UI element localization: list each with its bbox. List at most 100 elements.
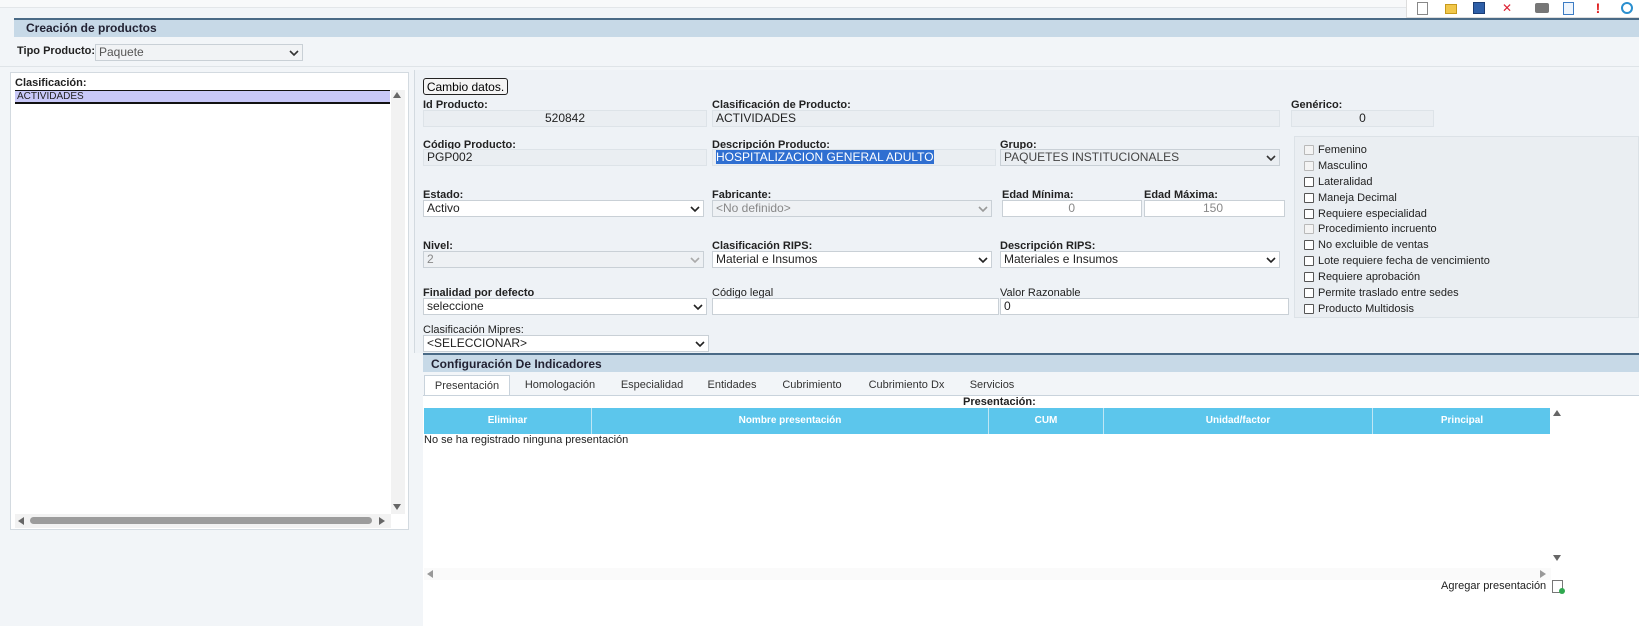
tab-entidades[interactable]: Entidades: [703, 375, 761, 395]
chevron-down-icon: [690, 204, 700, 214]
checkbox-option[interactable]: Producto Multidosis: [1304, 302, 1414, 316]
toolbar: ✕ !: [1406, 0, 1639, 18]
table-vertical-scrollbar[interactable]: [1550, 408, 1564, 568]
checkbox-box[interactable]: [1304, 272, 1314, 282]
checkbox-box[interactable]: [1304, 240, 1314, 250]
checkbox-label: Masculino: [1318, 160, 1368, 172]
horizontal-scrollbar[interactable]: [15, 514, 391, 528]
scroll-up-icon[interactable]: [1553, 410, 1561, 416]
agregar-presentacion-button[interactable]: Agregar presentación: [1441, 578, 1577, 594]
checkbox-option[interactable]: Procedimiento incruento: [1304, 222, 1437, 236]
codigo-legal-field[interactable]: [712, 298, 999, 315]
scroll-right-icon[interactable]: [379, 517, 385, 525]
checkbox-label: Permite traslado entre sedes: [1318, 287, 1459, 299]
checkbox-box[interactable]: [1304, 193, 1314, 203]
scroll-down-icon[interactable]: [1553, 555, 1561, 561]
column-header-nombre-presentacion: Nombre presentación: [592, 408, 989, 434]
checkbox-option[interactable]: Maneja Decimal: [1304, 191, 1397, 205]
chevron-down-icon: [978, 255, 988, 265]
finalidad-select[interactable]: seleccione: [423, 298, 707, 315]
checkbox-box[interactable]: [1304, 177, 1314, 187]
checkbox-box[interactable]: [1304, 304, 1314, 314]
chevron-down-icon: [1266, 255, 1276, 265]
tab-servicios[interactable]: Servicios: [964, 375, 1020, 395]
checkbox-label: Femenino: [1318, 144, 1367, 156]
scroll-left-icon[interactable]: [427, 570, 433, 578]
top-strip: [0, 0, 1639, 8]
checkbox-box[interactable]: [1304, 209, 1314, 219]
vertical-scrollbar[interactable]: [391, 90, 405, 514]
nivel-select[interactable]: 2: [423, 251, 704, 268]
edad-maxima-field[interactable]: 150: [1144, 200, 1285, 217]
new-document-icon[interactable]: [1417, 2, 1428, 15]
delete-icon[interactable]: ✕: [1501, 2, 1513, 14]
checkbox-label: Lateralidad: [1318, 176, 1373, 188]
tipo-producto-select[interactable]: Paquete: [95, 44, 303, 61]
scroll-left-icon[interactable]: [18, 517, 24, 525]
descripcion-rips-select[interactable]: Materiales e Insumos: [1000, 251, 1280, 268]
checkbox-box[interactable]: [1304, 256, 1314, 266]
chevron-down-icon: [1266, 153, 1276, 163]
checkbox-option[interactable]: Femenino: [1304, 143, 1367, 157]
page-title-bar: Creación de productos: [14, 18, 1639, 37]
checkbox-label: Requiere especialidad: [1318, 208, 1427, 220]
checkbox-label: Producto Multidosis: [1318, 303, 1414, 315]
checkbox-box[interactable]: [1304, 224, 1314, 234]
help-icon[interactable]: !: [1593, 0, 1603, 16]
checkbox-option[interactable]: Permite traslado entre sedes: [1304, 286, 1459, 300]
checkbox-box[interactable]: [1304, 161, 1314, 171]
tab-cubrimiento-dx[interactable]: Cubrimiento Dx: [864, 375, 949, 395]
column-header-cum: CUM: [989, 408, 1104, 434]
checkbox-label: No excluible de ventas: [1318, 239, 1429, 251]
page-title: Creación de productos: [26, 21, 157, 35]
checkbox-label: Maneja Decimal: [1318, 192, 1397, 204]
checkbox-box[interactable]: [1304, 145, 1314, 155]
checkbox-label: Lote requiere fecha de vencimiento: [1318, 255, 1490, 267]
codigo-producto-field[interactable]: PGP002: [423, 149, 707, 166]
mipres-select[interactable]: <SELECCIONAR>: [423, 335, 709, 352]
indicadores-title: Configuración De Indicadores: [431, 357, 602, 371]
print-icon[interactable]: [1535, 3, 1549, 13]
tab-homologacion[interactable]: Homologación: [520, 375, 600, 395]
chevron-down-icon: [289, 48, 299, 58]
empty-message: No se ha registrado ninguna presentación: [424, 434, 629, 446]
column-header-unidad-factor: Unidad/factor: [1104, 408, 1373, 434]
presentacion-content: Presentación: Eliminar Nombre presentaci…: [423, 395, 1639, 626]
chevron-down-icon: [690, 255, 700, 265]
presentacion-section-title: Presentación:: [963, 396, 1036, 408]
checkbox-option[interactable]: No excluible de ventas: [1304, 238, 1429, 252]
checkbox-option[interactable]: Requiere aprobación: [1304, 270, 1420, 284]
cambio-datos-button[interactable]: Cambio datos.: [423, 78, 508, 95]
checkbox-option[interactable]: Masculino: [1304, 159, 1368, 173]
clasificacion-rips-select[interactable]: Material e Insumos: [712, 251, 992, 268]
scroll-down-icon[interactable]: [393, 504, 401, 510]
divider: [0, 66, 1639, 67]
scroll-thumb[interactable]: [30, 517, 372, 524]
open-folder-icon[interactable]: [1445, 4, 1457, 14]
descripcion-producto-field[interactable]: HOSPITALIZACION GENERAL ADULTO: [712, 149, 996, 166]
checkbox-box[interactable]: [1304, 288, 1314, 298]
grupo-select[interactable]: PAQUETES INSTITUCIONALES: [1000, 149, 1280, 166]
tab-cubrimiento[interactable]: Cubrimiento: [776, 375, 848, 395]
preview-icon[interactable]: [1563, 2, 1574, 15]
column-header-principal: Principal: [1440, 415, 1484, 426]
estado-select[interactable]: Activo: [423, 200, 704, 217]
valor-razonable-field[interactable]: 0: [1000, 298, 1289, 315]
scroll-right-icon[interactable]: [1540, 570, 1546, 578]
checkbox-option[interactable]: Lote requiere fecha de vencimiento: [1304, 254, 1490, 268]
search-icon[interactable]: [1621, 2, 1633, 14]
table-horizontal-scrollbar[interactable]: [424, 568, 1551, 580]
checkbox-label: Procedimiento incruento: [1318, 223, 1437, 235]
generico-field: 0: [1291, 110, 1434, 127]
checkbox-option[interactable]: Lateralidad: [1304, 175, 1372, 189]
id-producto-field: 520842: [423, 110, 707, 127]
add-document-icon: [1552, 579, 1566, 594]
edad-minima-field[interactable]: 0: [1002, 200, 1142, 217]
tab-especialidad[interactable]: Especialidad: [616, 375, 688, 395]
scroll-up-icon[interactable]: [393, 92, 401, 98]
tree-item-actividades[interactable]: ACTIVIDADES: [15, 90, 390, 104]
checkbox-option[interactable]: Requiere especialidad: [1304, 207, 1427, 221]
save-icon[interactable]: [1473, 2, 1485, 14]
fabricante-select[interactable]: <No definido>: [712, 200, 992, 217]
tab-presentacion[interactable]: Presentación: [424, 375, 510, 395]
